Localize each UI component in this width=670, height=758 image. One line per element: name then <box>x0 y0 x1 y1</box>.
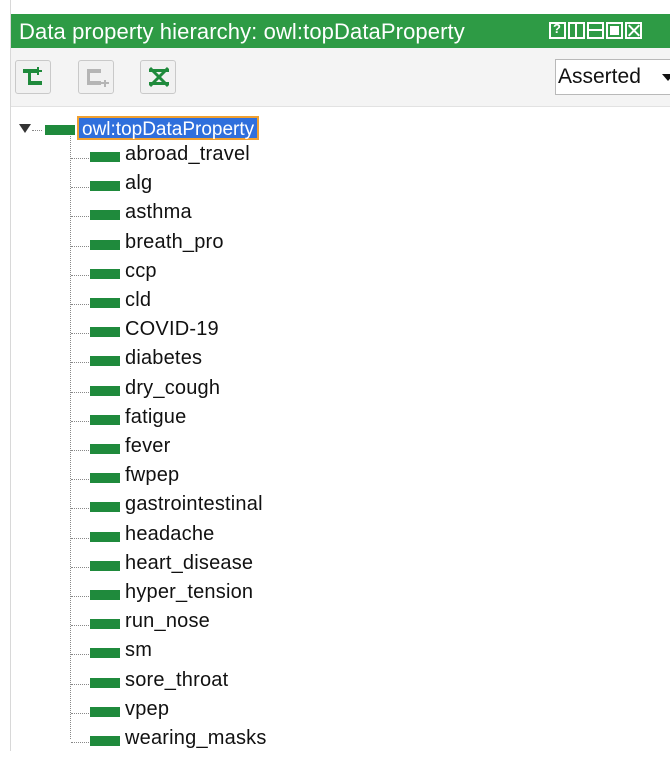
data-property-icon <box>90 268 120 279</box>
tree-connector <box>71 187 89 189</box>
view-mode-value: Asserted <box>558 65 641 88</box>
property-tree: owl:topDataProperty abroad_travelalg asth… <box>11 106 670 751</box>
data-property-icon <box>90 239 120 250</box>
help-icon[interactable] <box>549 21 566 39</box>
tree-connector <box>71 274 89 276</box>
tree-item-label[interactable]: ccp <box>125 260 157 283</box>
data-property-icon <box>90 327 120 338</box>
tree-connector <box>71 712 89 714</box>
data-property-icon <box>90 356 120 367</box>
tree-item-label[interactable]: headache <box>125 523 214 546</box>
data-property-hierarchy-panel: Data property hierarchy: owl:topDataProp… <box>10 0 670 751</box>
tree-connector <box>71 537 89 539</box>
panel-title-bar: Data property hierarchy: owl:topDataProp… <box>11 14 670 48</box>
tree-connector <box>71 450 89 451</box>
tree-connector <box>71 479 89 481</box>
data-property-icon <box>45 125 75 135</box>
tree-connector <box>32 130 42 131</box>
delete-property-button[interactable] <box>140 60 176 94</box>
tree-vertical-connector <box>70 136 71 739</box>
tree-connector <box>71 304 89 305</box>
tree-item-label[interactable]: alg <box>125 172 152 195</box>
data-property-icon <box>90 414 120 425</box>
data-property-icon <box>90 560 120 571</box>
add-subproperty-button[interactable] <box>15 60 51 94</box>
split-horizontal-icon[interactable] <box>587 22 604 39</box>
tree-connector <box>71 508 89 510</box>
data-property-icon <box>90 648 120 659</box>
tree-item-label[interactable]: fever <box>125 435 170 458</box>
tree-item-label[interactable]: vpep <box>125 698 169 721</box>
data-property-icon <box>90 152 120 162</box>
data-property-icon <box>90 298 120 308</box>
tree-item-label[interactable]: asthma <box>125 201 192 224</box>
window-controls <box>549 21 642 39</box>
tree-item-label[interactable]: abroad_travel <box>125 143 250 166</box>
tree-item-label[interactable]: run_nose <box>125 610 210 633</box>
tree-connector <box>71 566 89 568</box>
tree-item-label[interactable]: sore_throat <box>125 669 228 692</box>
maximize-icon[interactable] <box>606 22 623 39</box>
tree-connector <box>71 333 89 335</box>
data-property-icon <box>90 619 120 630</box>
data-property-icon <box>90 444 120 454</box>
data-property-icon <box>90 502 120 513</box>
add-subproperty-icon <box>23 67 42 85</box>
tree-item-label[interactable]: hyper_tension <box>125 581 253 604</box>
tree-item-label[interactable]: diabetes <box>125 347 202 370</box>
data-property-icon <box>90 473 120 484</box>
split-vertical-icon[interactable] <box>568 22 585 39</box>
tree-item-label[interactable]: breath_pro <box>125 231 224 254</box>
tree-item-label[interactable]: gastrointestinal <box>125 493 263 516</box>
tree-connector <box>71 216 89 218</box>
tree-connector <box>71 245 89 247</box>
chevron-down-icon <box>662 74 670 81</box>
tree-item-label[interactable]: cld <box>125 289 151 312</box>
data-property-icon <box>90 181 120 192</box>
data-property-icon <box>90 677 120 688</box>
tree-item-label[interactable]: heart_disease <box>125 552 253 575</box>
delete-property-icon <box>148 66 170 88</box>
tree-connector <box>71 362 89 364</box>
toolbar: Asserted <box>11 48 670 107</box>
tree-item-label[interactable]: dry_cough <box>125 377 220 400</box>
tree-connector <box>71 625 89 627</box>
tree-root-label[interactable]: owl:topDataProperty <box>77 116 260 140</box>
panel-title: Data property hierarchy: owl:topDataProp… <box>19 19 465 44</box>
tree-connector <box>71 683 89 685</box>
view-mode-select[interactable]: Asserted <box>555 59 670 95</box>
data-property-icon <box>90 590 120 600</box>
tree-connector <box>71 158 89 159</box>
add-sibling-property-icon <box>87 69 109 87</box>
tree-item-label[interactable]: sm <box>125 639 152 662</box>
tree-connector <box>71 420 89 422</box>
tree-connector <box>71 742 89 743</box>
tree-connector <box>71 391 89 393</box>
close-icon[interactable] <box>625 22 642 39</box>
tree-item-label[interactable]: fwpep <box>125 464 179 487</box>
tree-item-label[interactable]: fatigue <box>125 406 186 429</box>
data-property-icon <box>90 706 120 717</box>
tree-connector <box>71 596 89 597</box>
expand-collapse-icon[interactable] <box>19 124 31 133</box>
data-property-icon <box>90 736 120 746</box>
tree-item-label[interactable]: COVID-19 <box>125 318 219 341</box>
tree-connector <box>71 654 89 656</box>
tree-item-label[interactable]: wearing_masks <box>125 727 267 750</box>
data-property-icon <box>90 210 120 221</box>
data-property-icon <box>90 531 120 542</box>
data-property-icon <box>90 385 120 396</box>
add-sibling-property-button[interactable] <box>78 60 114 94</box>
